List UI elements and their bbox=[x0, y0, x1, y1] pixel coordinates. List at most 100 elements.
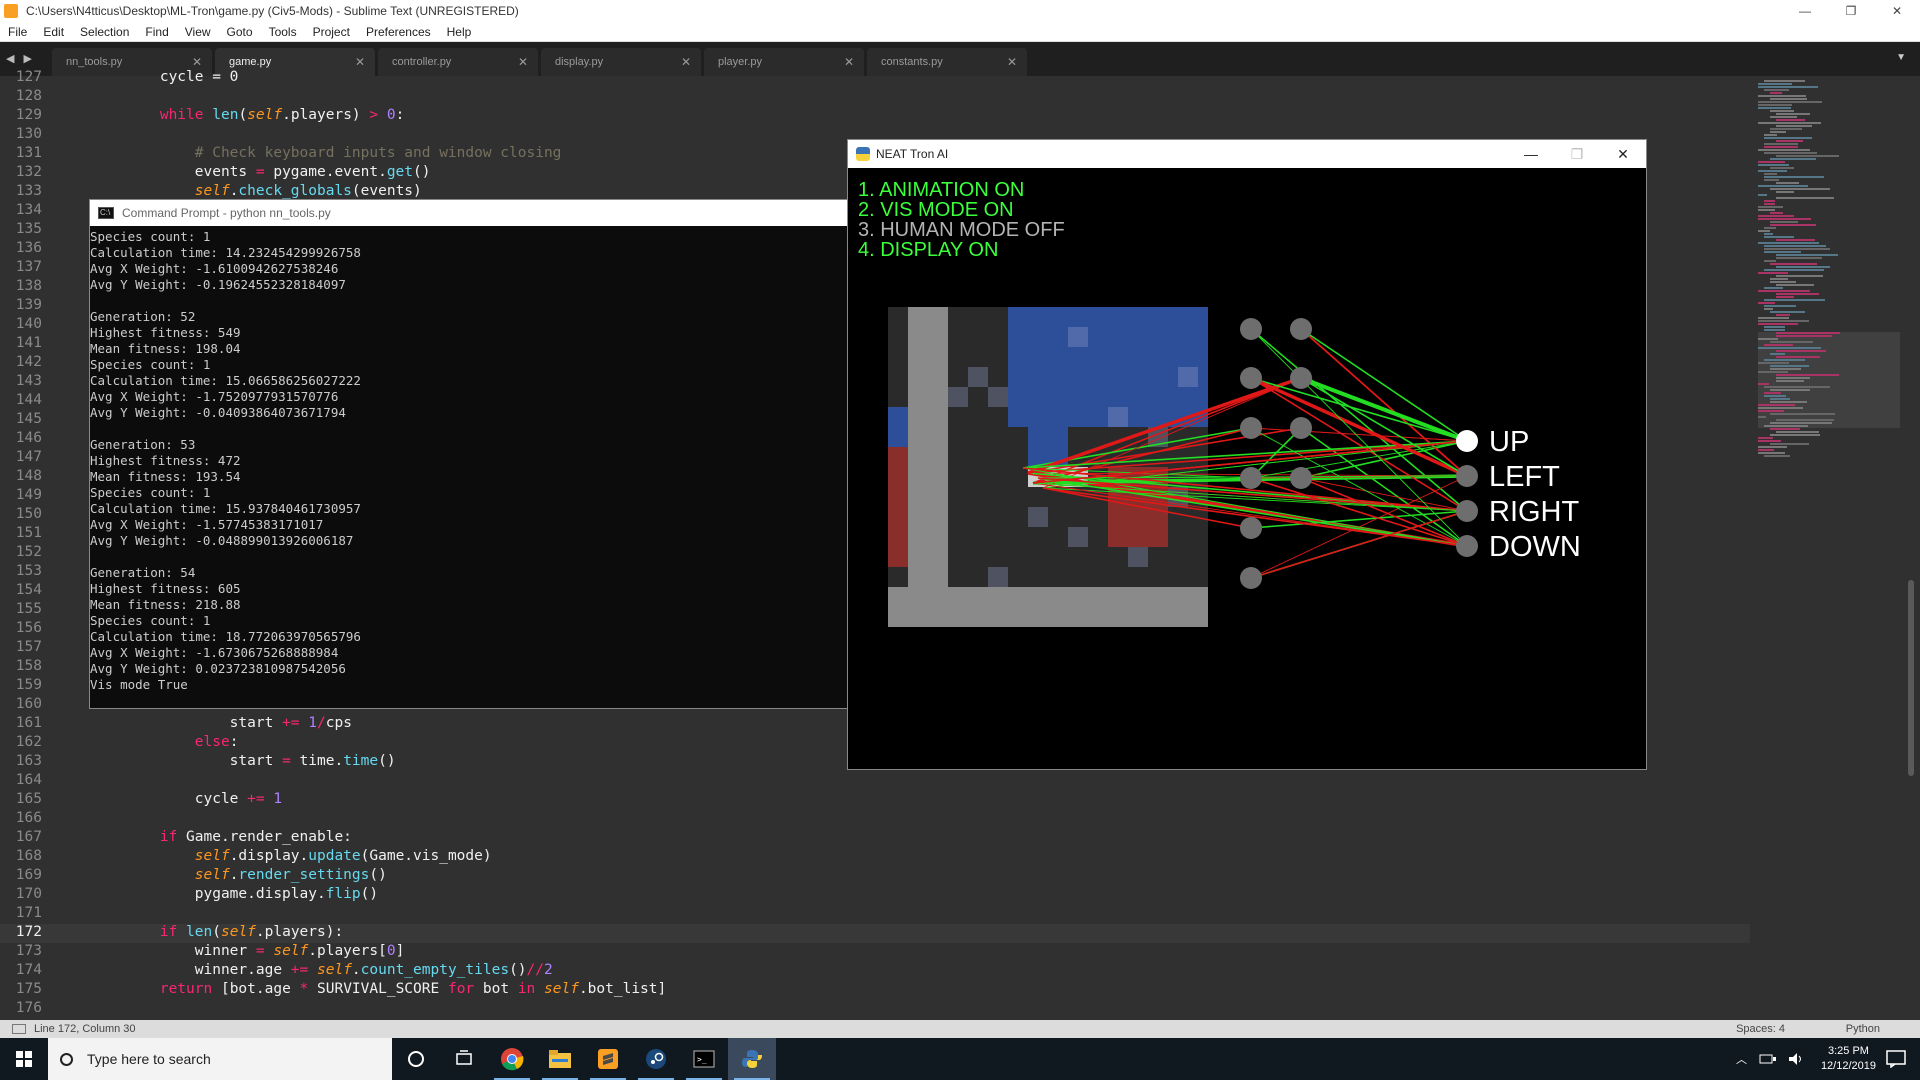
windows-logo-icon bbox=[16, 1051, 32, 1067]
menu-tools[interactable]: Tools bbox=[261, 25, 305, 39]
start-button[interactable] bbox=[0, 1038, 48, 1080]
file-explorer-icon[interactable] bbox=[536, 1038, 584, 1080]
code-line[interactable]: 174 winner.age += self.count_empty_tiles… bbox=[0, 962, 1750, 981]
cmd-title-bar[interactable]: C:\ Command Prompt - python nn_tools.py bbox=[90, 200, 848, 226]
tab-close-icon[interactable]: ✕ bbox=[1007, 55, 1017, 69]
svg-text:>_: >_ bbox=[697, 1055, 707, 1064]
line-number: 154 bbox=[15, 582, 42, 598]
minimap-line bbox=[1758, 338, 1778, 340]
taskbar-search[interactable]: Type here to search bbox=[48, 1038, 392, 1080]
code-line[interactable]: 165 cycle += 1 bbox=[0, 791, 1750, 810]
tab-close-icon[interactable]: ✕ bbox=[518, 55, 528, 69]
code-line[interactable]: 168 self.display.update(Game.vis_mode) bbox=[0, 848, 1750, 867]
line-number: 161 bbox=[15, 715, 42, 731]
code-line[interactable]: 176 bbox=[0, 1000, 1750, 1019]
line-number: 142 bbox=[15, 354, 42, 370]
minimap-line bbox=[1764, 245, 1826, 247]
minimap-line bbox=[1776, 332, 1840, 334]
minimap-line bbox=[1770, 158, 1816, 160]
neat-title-bar[interactable]: NEAT Tron AI — ❐ ✕ bbox=[848, 140, 1646, 168]
line-number: 167 bbox=[15, 829, 42, 845]
red-territory bbox=[888, 447, 908, 567]
output-node bbox=[1456, 465, 1478, 487]
tab-close-icon[interactable]: ✕ bbox=[192, 55, 202, 69]
python-icon[interactable] bbox=[728, 1038, 776, 1080]
minimap-line bbox=[1758, 416, 1766, 418]
chrome-icon[interactable] bbox=[488, 1038, 536, 1080]
notifications-icon[interactable] bbox=[1886, 1050, 1906, 1068]
minimap-line bbox=[1770, 128, 1802, 130]
code-line[interactable]: 166 bbox=[0, 810, 1750, 829]
sublime-text-icon[interactable] bbox=[584, 1038, 632, 1080]
code-line[interactable]: 127 cycle = 0 bbox=[0, 69, 1750, 88]
menu-project[interactable]: Project bbox=[305, 25, 358, 39]
tab-close-icon[interactable]: ✕ bbox=[681, 55, 691, 69]
task-view-icon[interactable] bbox=[440, 1038, 488, 1080]
menu-edit[interactable]: Edit bbox=[35, 25, 72, 39]
minimap-line bbox=[1758, 170, 1787, 172]
syntax-selector[interactable]: Python bbox=[1846, 1023, 1880, 1035]
minimap-line bbox=[1776, 140, 1803, 142]
minimap-line bbox=[1758, 317, 1789, 319]
code-line[interactable]: 167 if Game.render_enable: bbox=[0, 829, 1750, 848]
clock[interactable]: 3:25 PM 12/12/2019 bbox=[1821, 1044, 1876, 1074]
indentation-setting[interactable]: Spaces: 4 bbox=[1736, 1023, 1785, 1035]
neat-minimize-button[interactable]: — bbox=[1508, 140, 1554, 168]
maximize-button[interactable]: ❐ bbox=[1828, 0, 1874, 22]
board-tile bbox=[1128, 547, 1148, 567]
code-line[interactable]: 129 while len(self.players) > 0: bbox=[0, 107, 1750, 126]
tray-chevron-icon[interactable]: ︿ bbox=[1736, 1051, 1747, 1067]
minimap[interactable] bbox=[1752, 76, 1900, 1020]
line-number: 144 bbox=[15, 392, 42, 408]
blue-territory bbox=[888, 407, 908, 447]
tab-close-icon[interactable]: ✕ bbox=[844, 55, 854, 69]
menu-goto[interactable]: Goto bbox=[219, 25, 261, 39]
menu-preferences[interactable]: Preferences bbox=[358, 25, 439, 39]
tab-close-icon[interactable]: ✕ bbox=[355, 55, 365, 69]
line-number: 173 bbox=[15, 943, 42, 959]
code-line[interactable]: 175 return [bot.age * SURVIVAL_SCORE for… bbox=[0, 981, 1750, 1000]
code-line[interactable]: 171 bbox=[0, 905, 1750, 924]
tab-dropdown-icon[interactable]: ▼ bbox=[1896, 52, 1906, 63]
line-number: 158 bbox=[15, 658, 42, 674]
minimap-line bbox=[1764, 287, 1783, 289]
code-line[interactable]: 128 bbox=[0, 88, 1750, 107]
line-number: 129 bbox=[15, 107, 42, 123]
menu-selection[interactable]: Selection bbox=[72, 25, 137, 39]
minimap-line bbox=[1758, 407, 1803, 409]
neat-tron-window[interactable]: NEAT Tron AI — ❐ ✕ UP LEFT RIGHT DOWN 1. AN… bbox=[847, 139, 1647, 770]
neat-close-button[interactable]: ✕ bbox=[1600, 140, 1646, 168]
cortana-icon[interactable] bbox=[392, 1038, 440, 1080]
panel-toggle-icon[interactable] bbox=[12, 1024, 26, 1034]
minimap-line bbox=[1758, 194, 1767, 196]
minimap-line bbox=[1764, 227, 1776, 229]
minimap-line bbox=[1770, 422, 1832, 424]
code-line[interactable]: 169 self.render_settings() bbox=[0, 867, 1750, 886]
close-button[interactable]: ✕ bbox=[1874, 0, 1920, 22]
line-number: 171 bbox=[15, 905, 42, 921]
network-icon[interactable] bbox=[1759, 1052, 1777, 1066]
menu-view[interactable]: View bbox=[177, 25, 219, 39]
menu-find[interactable]: Find bbox=[137, 25, 176, 39]
menu-file[interactable]: File bbox=[0, 25, 35, 39]
line-number: 133 bbox=[15, 183, 42, 199]
code-line[interactable]: 172 if len(self.players): bbox=[0, 924, 1750, 943]
line-number: 135 bbox=[15, 221, 42, 237]
minimap-line bbox=[1776, 197, 1834, 199]
volume-icon[interactable] bbox=[1787, 1052, 1805, 1066]
minimap-line bbox=[1776, 374, 1839, 376]
menu-help[interactable]: Help bbox=[439, 25, 480, 39]
code-line[interactable]: 173 winner = self.players[0] bbox=[0, 943, 1750, 962]
code-line[interactable]: 170 pygame.display.flip() bbox=[0, 886, 1750, 905]
input-node bbox=[1240, 367, 1262, 389]
steam-icon[interactable] bbox=[632, 1038, 680, 1080]
minimize-button[interactable]: — bbox=[1782, 0, 1828, 22]
minimap-line bbox=[1770, 281, 1796, 283]
minimap-line bbox=[1776, 113, 1810, 115]
minimap-line bbox=[1764, 455, 1790, 457]
command-prompt-window[interactable]: C:\ Command Prompt - python nn_tools.py … bbox=[89, 199, 849, 709]
vertical-scrollbar[interactable] bbox=[1908, 580, 1914, 776]
code-line[interactable]: 164 bbox=[0, 772, 1750, 791]
tab-nav-arrows[interactable]: ◀ ▶ bbox=[6, 52, 35, 65]
command-prompt-icon[interactable]: >_ bbox=[680, 1038, 728, 1080]
